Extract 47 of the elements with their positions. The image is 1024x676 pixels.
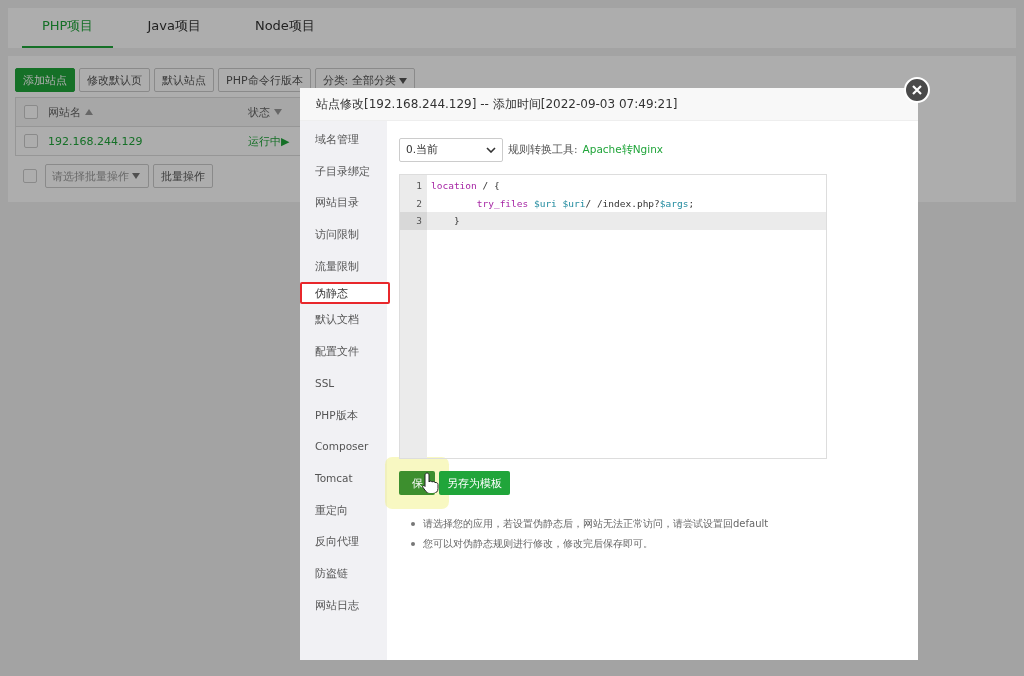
checkbox[interactable] [24, 134, 38, 148]
menu-item[interactable]: 反向代理 [300, 526, 387, 558]
caret-icon [399, 77, 408, 84]
checkbox[interactable] [23, 169, 37, 183]
note-text: 请选择您的应用，若设置伪静态后，网站无法正常访问，请尝试设置回default [423, 517, 769, 531]
line-number: 2 [415, 196, 423, 211]
menu-item[interactable]: 伪静态 [300, 282, 390, 305]
line-number: 3 [400, 212, 427, 230]
project-tab[interactable]: Node项目 [234, 8, 335, 48]
toolbar-button[interactable]: PHP命令行版本 [218, 68, 311, 92]
menu-item[interactable]: 配置文件 [300, 336, 387, 368]
menu-item[interactable]: Composer [300, 431, 387, 463]
toolbar-button[interactable]: 默认站点 [154, 68, 214, 92]
menu-item[interactable]: 域名管理 [300, 124, 387, 156]
menu-item[interactable]: 子目录绑定 [300, 155, 387, 188]
code-line: try_files $uri $uri/ /index.php?$args; [475, 196, 696, 211]
checkbox[interactable] [24, 105, 38, 119]
bullet-icon [411, 522, 415, 526]
menu-item[interactable]: 网站日志 [300, 589, 387, 622]
caret-icon[interactable] [132, 173, 140, 179]
menu-item[interactable]: 防盗链 [300, 557, 387, 590]
sort-up-icon[interactable] [85, 109, 93, 115]
menu-item[interactable]: 流量限制 [300, 250, 387, 283]
bullet-icon [411, 542, 415, 546]
menu-item[interactable]: 默认文档 [300, 304, 387, 337]
line-number: 1 [415, 179, 423, 193]
column-header[interactable]: 状态 [248, 104, 270, 120]
menu-item[interactable]: 网站目录 [300, 187, 387, 220]
column-header[interactable]: 网站名 [48, 104, 81, 120]
chevron-down-icon[interactable] [486, 147, 496, 153]
project-tab[interactable]: Java项目 [127, 8, 221, 48]
note-text: 您可以对伪静态规则进行修改，修改完后保存即可。 [423, 537, 653, 551]
code-line: location / { [430, 179, 501, 193]
hand-cursor-icon [421, 471, 441, 493]
menu-item[interactable]: 访问限制 [300, 219, 387, 251]
toolbar-button[interactable]: 修改默认页 [79, 68, 150, 92]
menu-item[interactable]: SSL [300, 367, 387, 400]
menu-item[interactable]: Tomcat [300, 462, 387, 495]
template-select[interactable]: 0.当前 [399, 138, 503, 162]
tool-label: 规则转换工具: [508, 143, 578, 157]
sort-down-icon[interactable] [274, 109, 282, 115]
code-editor[interactable]: 1 location / { 2 try_files $uri $uri/ /index.php?$args; 3 } [399, 174, 827, 459]
batch-button[interactable]: 批量操作 [153, 164, 213, 188]
batch-select[interactable]: 请选择批量操作 [45, 164, 149, 188]
dialog-title: 站点修改[192.168.244.129] -- 添加时间[2022-09-03 07:49:21] [300, 88, 918, 121]
menu-item[interactable]: PHP版本 [300, 399, 387, 432]
menu-item[interactable]: 重定向 [300, 494, 387, 527]
